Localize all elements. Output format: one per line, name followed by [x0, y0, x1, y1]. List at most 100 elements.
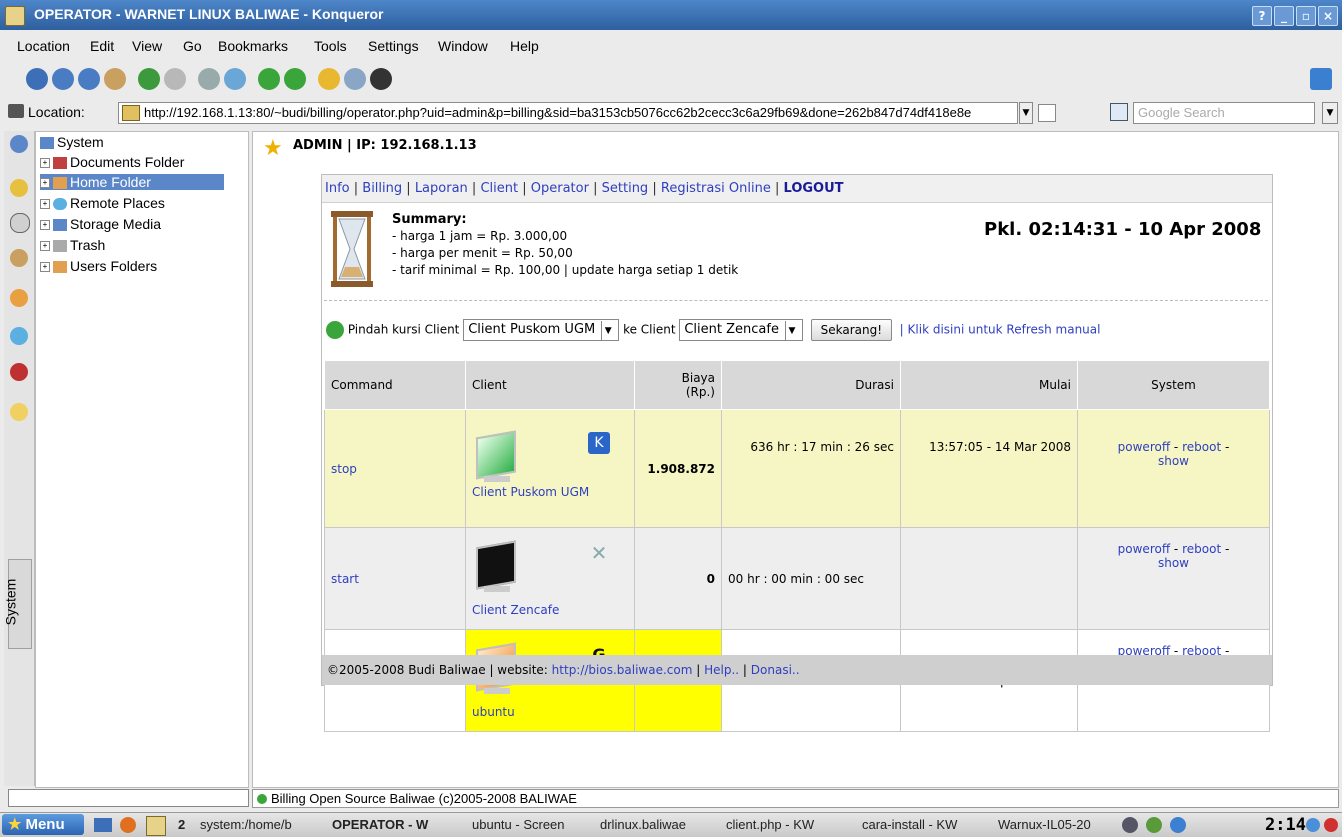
task-item[interactable]: client.php - KW [726, 815, 856, 835]
refresh-link[interactable]: | Klik disini untuk Refresh manual [900, 323, 1101, 337]
konqueror-icon[interactable] [146, 816, 166, 836]
from-client-select[interactable]: Client Puskom UGM ▼ [463, 319, 620, 341]
client-name[interactable]: ubuntu [472, 704, 515, 720]
sidebar-favorites-icon[interactable] [10, 403, 28, 421]
client-monitor[interactable]: K Client Puskom UGM [472, 429, 612, 506]
tree-item-storage[interactable]: + Storage Media [40, 216, 161, 232]
help-button[interactable]: ? [1252, 6, 1272, 26]
task-item[interactable]: ubuntu - Screen [472, 815, 594, 835]
tray-icon[interactable] [1306, 818, 1320, 832]
nav-client[interactable]: Client [480, 181, 518, 196]
stop-icon[interactable] [164, 68, 186, 90]
url-dropdown-icon[interactable]: ▼ [1019, 102, 1033, 124]
menu-help[interactable]: Help [510, 38, 539, 54]
menu-bookmarks[interactable]: Bookmarks [218, 38, 288, 54]
settings-icon[interactable] [344, 68, 366, 90]
task-item[interactable]: cara-install - KW [862, 815, 992, 835]
show-link[interactable]: show [1158, 556, 1189, 570]
expand-icon[interactable]: + [40, 178, 50, 189]
search-input[interactable]: Google Search [1133, 102, 1315, 124]
poweroff-link[interactable]: poweroff [1118, 542, 1170, 556]
zoom-in-icon[interactable] [258, 68, 280, 90]
nav-laporan[interactable]: Laporan [415, 181, 468, 196]
task-item[interactable]: system:/home/b [200, 815, 322, 835]
task-item[interactable]: Warnux-IL05-20 [998, 815, 1116, 835]
reload-icon[interactable] [138, 68, 160, 90]
menu-window[interactable]: Window [438, 38, 488, 54]
sidebar-services-icon[interactable] [10, 363, 28, 381]
reboot-link[interactable]: reboot [1182, 542, 1221, 556]
client-monitor[interactable]: ✕ Client Zencafe [472, 539, 612, 618]
firefox-icon[interactable] [120, 817, 136, 833]
expand-icon[interactable]: + [40, 241, 50, 252]
expand-icon[interactable]: + [40, 199, 50, 210]
sidebar-media-icon[interactable] [10, 289, 28, 307]
website-link[interactable]: http://bios.baliwae.com [552, 663, 693, 677]
sidebar-scroll-area[interactable] [8, 789, 249, 807]
home-icon[interactable] [104, 68, 126, 90]
clear-location-icon[interactable] [198, 68, 220, 90]
taskbar-clock[interactable]: 2:14 [1265, 813, 1306, 837]
sidebar-tab-system[interactable]: System [2, 559, 32, 649]
desktop-pager[interactable]: 2 [178, 815, 185, 835]
menu-tools[interactable]: Tools [314, 38, 347, 54]
sidebar-bookmarks-icon[interactable] [10, 135, 28, 153]
security-lock-icon[interactable] [318, 68, 340, 90]
nav-registrasi[interactable]: Registrasi Online [661, 181, 771, 196]
start-menu-button[interactable]: ★ Menu [2, 814, 84, 835]
tray-icon[interactable] [1122, 817, 1138, 833]
back-icon[interactable] [26, 68, 48, 90]
start-link[interactable]: start [331, 572, 359, 586]
search-dropdown-icon[interactable]: ▼ [1322, 102, 1338, 124]
client-name[interactable]: Client Puskom UGM [472, 484, 589, 500]
close-button[interactable]: × [1318, 6, 1338, 26]
stop-link[interactable]: stop [331, 462, 357, 476]
search-engine-icon[interactable] [1110, 103, 1128, 121]
menu-go[interactable]: Go [183, 38, 202, 54]
konqueror-app-icon[interactable] [5, 6, 25, 26]
poweroff-link[interactable]: poweroff [1118, 440, 1170, 454]
menu-edit[interactable]: Edit [90, 38, 114, 54]
maximize-button[interactable]: ▫ [1296, 6, 1316, 26]
logout-icon[interactable] [1324, 818, 1338, 832]
sidebar-star-icon[interactable] [10, 179, 28, 197]
help-link[interactable]: Help.. [704, 663, 739, 677]
nav-logout[interactable]: LOGOUT [784, 181, 844, 196]
go-icon[interactable] [1038, 104, 1056, 122]
nav-info[interactable]: Info [325, 181, 350, 196]
url-input[interactable]: http://192.168.1.13:80/~budi/billing/ope… [118, 102, 1018, 124]
tree-item-documents[interactable]: + Documents Folder [40, 154, 184, 170]
donasi-link[interactable]: Donasi.. [751, 663, 800, 677]
minimize-button[interactable]: _ [1274, 6, 1294, 26]
show-link[interactable]: show [1158, 454, 1189, 468]
tree-item-system[interactable]: System [40, 134, 104, 150]
up-icon[interactable] [78, 68, 100, 90]
menu-location[interactable]: Location [17, 38, 70, 54]
to-client-select[interactable]: Client Zencafe ▼ [679, 319, 803, 341]
tree-item-trash[interactable]: + Trash [40, 237, 105, 253]
task-item-active[interactable]: OPERATOR - W [332, 815, 466, 835]
task-item[interactable]: drlinux.baliwae [600, 815, 722, 835]
nav-billing[interactable]: Billing [362, 181, 402, 196]
expand-icon[interactable]: + [40, 262, 50, 273]
tray-network-icon[interactable] [1170, 817, 1186, 833]
sekarang-button[interactable]: Sekarang! [810, 319, 893, 341]
client-name[interactable]: Client Zencafe [472, 602, 559, 618]
sidebar-network-icon[interactable] [10, 327, 28, 345]
terminal-icon[interactable] [370, 68, 392, 90]
sidebar-history-icon[interactable] [10, 213, 30, 233]
sidebar-home-icon[interactable] [10, 249, 28, 267]
clear-location-button-icon[interactable] [8, 104, 24, 118]
menu-view[interactable]: View [132, 38, 162, 54]
nav-setting[interactable]: Setting [602, 181, 649, 196]
reboot-link[interactable]: reboot [1182, 440, 1221, 454]
tree-item-home[interactable]: + Home Folder [40, 174, 224, 190]
find-icon[interactable] [224, 68, 246, 90]
expand-icon[interactable]: + [40, 158, 50, 169]
expand-icon[interactable]: + [40, 220, 50, 231]
nav-operator[interactable]: Operator [531, 181, 589, 196]
menu-settings[interactable]: Settings [368, 38, 419, 54]
zoom-out-icon[interactable] [284, 68, 306, 90]
forward-icon[interactable] [52, 68, 74, 90]
tray-icon[interactable] [1146, 817, 1162, 833]
